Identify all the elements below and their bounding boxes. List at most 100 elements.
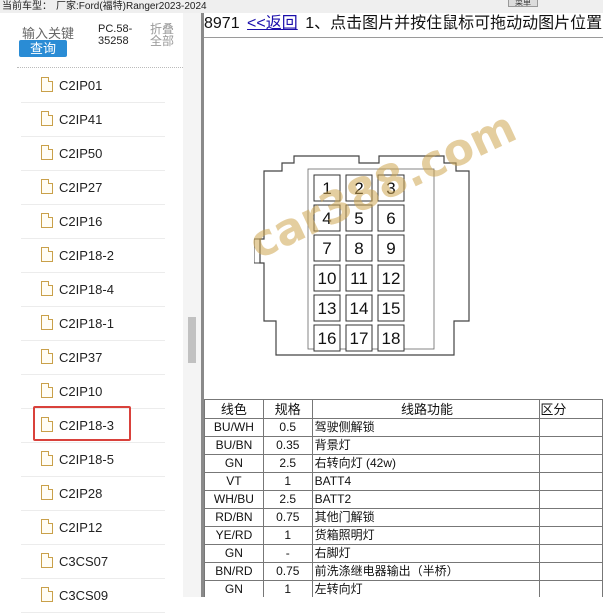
- wire-distinction: [539, 562, 603, 581]
- current-model-label: 当前车型：: [2, 1, 52, 12]
- pin-table-body: BU/WH 0.5 驾驶侧解锁 BU/BN 0.35 背景灯 GN 2.5 右转向灯 (42w)…: [204, 418, 603, 597]
- wire-spec: 1: [262, 472, 313, 491]
- list-item[interactable]: C2IP28: [0, 477, 183, 511]
- file-name: C3CS07: [59, 554, 109, 569]
- wire-spec: 1: [262, 580, 313, 597]
- fold-all-button[interactable]: 折叠全部: [150, 23, 178, 47]
- file-icon: [41, 383, 53, 398]
- pin-number: 10: [318, 269, 337, 288]
- file-icon: [41, 179, 53, 194]
- wire-distinction: [539, 508, 603, 527]
- file-icon: [41, 349, 53, 364]
- list-item[interactable]: C2IP01: [0, 69, 183, 103]
- file-name: C2IP16: [59, 214, 103, 229]
- file-icon: [41, 553, 53, 568]
- manufacturer-text: 厂家:Ford(福特)Ranger2023-2024: [56, 1, 207, 12]
- wire-color: BN/RD: [204, 562, 264, 581]
- list-item[interactable]: C2IP18-3: [0, 406, 183, 443]
- part-prefix: 8971: [204, 15, 240, 32]
- file-name: C2IP12: [59, 520, 103, 535]
- wire-distinction: [539, 436, 603, 455]
- list-item[interactable]: C2IP18-1: [0, 307, 183, 341]
- table-row: GN 1 左转向灯: [204, 580, 603, 597]
- wire-function: 左转向灯: [311, 580, 541, 597]
- wire-function: 右脚灯: [311, 544, 541, 563]
- info-line: 8971 <<返回 1、点击图片并按住鼠标可拖动动图片位置: [204, 13, 603, 35]
- pin-number: 1: [322, 179, 331, 198]
- connector-diagram[interactable]: 1 2 3 4 5 6 7 8 9 10 11 12 13 14 15 16 17 18 car388.com: [241, 102, 524, 373]
- file-icon: [41, 111, 53, 126]
- list-item[interactable]: C3CS09: [0, 579, 183, 613]
- list-item[interactable]: C2IP50: [0, 137, 183, 171]
- wire-color: YE/RD: [204, 526, 264, 545]
- pin-number: 11: [350, 269, 368, 288]
- list-item[interactable]: C2IP41: [0, 103, 183, 137]
- wire-color: GN: [204, 544, 264, 563]
- wire-distinction: [539, 544, 603, 563]
- wire-function: 其他门解锁: [311, 508, 541, 527]
- pin-number: 15: [382, 299, 401, 318]
- file-name: C2IP41: [59, 112, 103, 127]
- wire-spec: 0.35: [262, 436, 313, 455]
- list-item[interactable]: C2IP18-4: [0, 273, 183, 307]
- pc-code: PC.58-35258: [98, 23, 133, 47]
- table-row: BU/WH 0.5 驾驶侧解锁: [204, 418, 603, 437]
- pin-number: 14: [350, 299, 369, 318]
- wire-spec: -: [262, 544, 313, 563]
- pin-number: 16: [318, 329, 337, 348]
- file-name: C2IP28: [59, 486, 103, 501]
- wire-distinction: [539, 490, 603, 509]
- file-name: C2IP01: [59, 78, 103, 93]
- pin-number: 18: [382, 329, 401, 348]
- table-row: BU/BN 0.35 背景灯: [204, 436, 603, 455]
- menu-button[interactable]: 菜单: [508, 0, 538, 7]
- list-item[interactable]: C2IP12: [0, 511, 183, 545]
- search-button[interactable]: 查询: [19, 40, 67, 57]
- header-function: 线路功能: [311, 399, 541, 419]
- back-link[interactable]: <<返回: [247, 15, 298, 32]
- list-item[interactable]: C2IP16: [0, 205, 183, 239]
- wire-spec: 2.5: [262, 490, 313, 509]
- file-name: C2IP18-2: [59, 248, 114, 263]
- table-row: GN - 右脚灯: [204, 544, 603, 563]
- wire-color: GN: [204, 454, 264, 473]
- file-icon: [41, 213, 53, 228]
- list-item[interactable]: C3CS07: [0, 545, 183, 579]
- file-name: C2IP37: [59, 350, 103, 365]
- file-name: C2IP18-3: [59, 418, 114, 433]
- header-color: 线色: [204, 399, 264, 419]
- list-item[interactable]: C2IP18-2: [0, 239, 183, 273]
- file-icon: [41, 145, 53, 160]
- list-item[interactable]: C2IP10: [0, 375, 183, 409]
- list-item[interactable]: C2IP18-5: [0, 443, 183, 477]
- file-name: C2IP50: [59, 146, 103, 161]
- wire-color: BU/WH: [204, 418, 264, 437]
- pin-number: 9: [386, 239, 395, 258]
- wire-color: GN: [204, 580, 264, 597]
- file-name: C3CS09: [59, 588, 109, 603]
- file-icon: [41, 281, 53, 296]
- list-item[interactable]: C2IP27: [0, 171, 183, 205]
- sidebar-scrollbar[interactable]: [183, 13, 201, 597]
- wire-function: 前洗涤继电器输出（半桥）: [311, 562, 541, 581]
- scrollbar-thumb[interactable]: [188, 317, 196, 363]
- file-name: C2IP18-4: [59, 282, 114, 297]
- file-name: C2IP10: [59, 384, 103, 399]
- wire-spec: 2.5: [262, 454, 313, 473]
- connector-svg: 1 2 34 5 67 8 910 11 1213 14 1516 17 18: [254, 155, 470, 356]
- file-icon: [41, 519, 53, 534]
- file-icon: [41, 315, 53, 330]
- wire-spec: 0.75: [262, 508, 313, 527]
- list-item[interactable]: C2IP37: [0, 341, 183, 375]
- sidebar-header: 输入关键 查询 PC.58-35258 折叠全部: [0, 13, 183, 68]
- wire-function: BATT4: [311, 472, 541, 491]
- wire-function: 货箱照明灯: [311, 526, 541, 545]
- instruction-text: 1、点击图片并按住鼠标可拖动动图片位置: [305, 15, 603, 32]
- file-icon: [41, 77, 53, 92]
- table-row: RD/BN 0.75 其他门解锁: [204, 508, 603, 527]
- table-header-row: 线色 规格 线路功能 区分: [204, 399, 603, 419]
- pin-number: 17: [350, 329, 369, 348]
- sidebar: 输入关键 查询 PC.58-35258 折叠全部 C2IP01 C2IP41 C2I…: [0, 13, 201, 613]
- wire-distinction: [539, 454, 603, 473]
- wire-color: BU/BN: [204, 436, 264, 455]
